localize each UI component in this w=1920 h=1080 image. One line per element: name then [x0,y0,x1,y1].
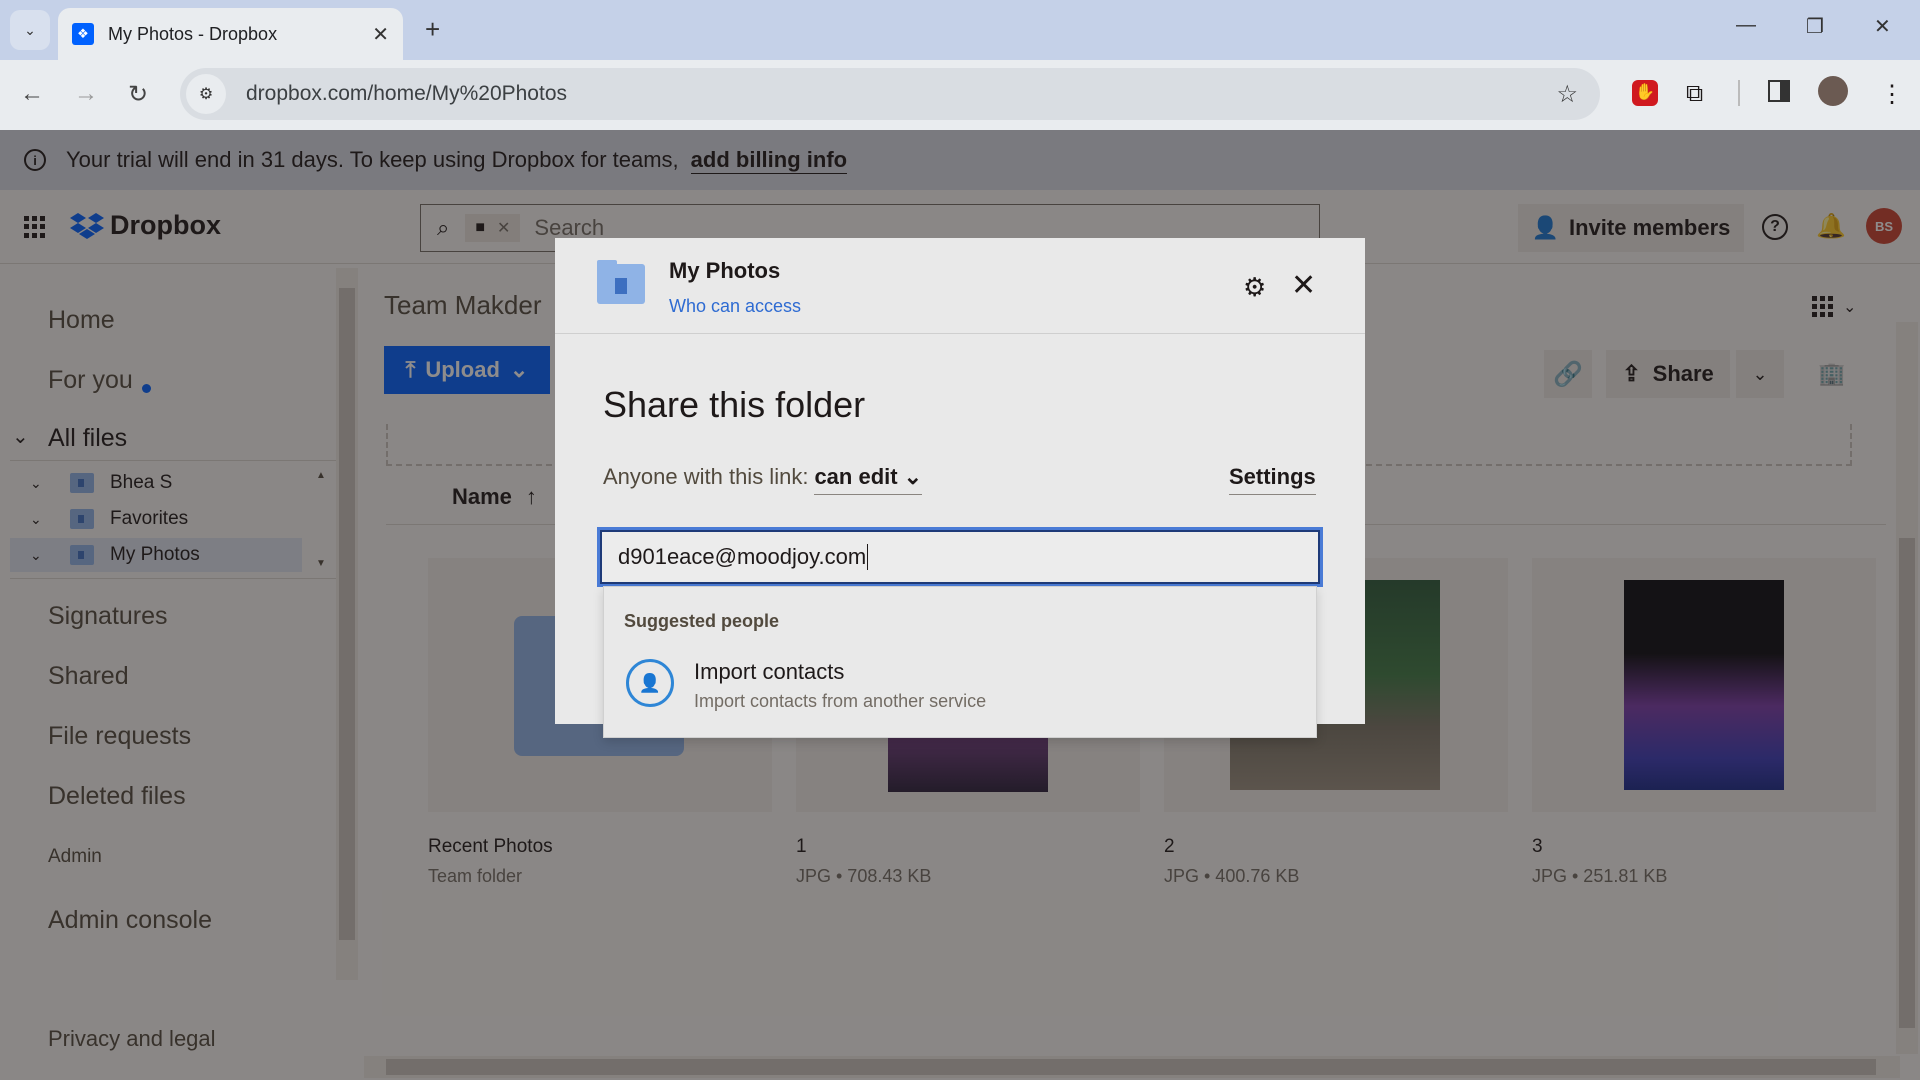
browser-toolbar: ← → ↻ ⚙ dropbox.com/home/My%20Photos ☆ ✋… [0,60,1920,130]
email-field[interactable]: d901eace@moodjoy.com [597,527,1323,587]
close-icon[interactable]: ✕ [1291,268,1316,303]
address-bar[interactable]: ⚙ dropbox.com/home/My%20Photos ☆ [180,68,1600,120]
toolbar-divider [1738,80,1740,106]
extensions-puzzle-icon[interactable]: ⧉ [1686,80,1703,108]
dropbox-favicon-icon: ❖ [72,23,94,45]
profile-avatar[interactable] [1818,76,1848,106]
link-permission-dropdown[interactable]: can edit ⌄ [814,464,923,495]
bookmark-star-icon[interactable]: ☆ [1556,80,1578,109]
adblock-extension-icon[interactable]: ✋ [1632,80,1658,106]
dialog-header: My Photos Who can access ⚙ ✕ [555,238,1365,334]
chevron-down-icon: ⌄ [903,464,923,489]
chevron-down-icon: ⌄ [24,21,36,38]
restore-icon[interactable]: ❐ [1806,14,1824,39]
text-caret [867,544,869,570]
who-can-access-link[interactable]: Who can access [669,296,801,317]
close-window-icon[interactable]: ✕ [1874,14,1891,39]
shared-folder-icon [597,260,645,304]
import-contacts-description: Import contacts from another service [694,691,987,711]
tab-title: My Photos - Dropbox [108,23,278,44]
dialog-folder-name: My Photos [669,258,781,283]
new-tab-button[interactable]: + [425,14,440,45]
minimize-icon[interactable]: — [1736,14,1756,37]
dialog-heading: Share this folder [603,384,866,425]
settings-link[interactable]: Settings [1229,464,1316,495]
browser-tab-strip: ⌄ ❖ My Photos - Dropbox ✕ + — ❐ ✕ [0,0,1920,60]
close-tab-icon[interactable]: ✕ [372,22,389,47]
reload-icon[interactable]: ↻ [128,80,148,109]
import-contacts-icon[interactable]: 👤 [626,659,674,707]
email-value: d901eace@moodjoy.com [618,544,867,569]
import-contacts-option[interactable]: Import contacts [694,659,844,685]
browser-tab[interactable]: ❖ My Photos - Dropbox ✕ [58,8,403,60]
link-permission-label: Anyone with this link: [603,464,809,489]
suggestions-heading: Suggested people [624,611,780,631]
side-panel-icon[interactable] [1768,80,1790,102]
back-icon[interactable]: ← [20,80,44,108]
site-info-icon[interactable]: ⚙ [186,74,226,114]
tab-search-button[interactable]: ⌄ [10,10,50,50]
url-text[interactable]: dropbox.com/home/My%20Photos [246,82,567,106]
browser-menu-icon[interactable]: ⋮ [1880,80,1904,109]
suggestions-dropdown: Suggested people 👤 Import contacts Impor… [603,586,1317,738]
link-permission-row: Anyone with this link: can edit ⌄ [603,464,923,495]
link-permission-value: can edit [814,464,898,489]
forward-icon[interactable]: → [74,80,98,108]
gear-icon[interactable]: ⚙ [1243,272,1266,303]
